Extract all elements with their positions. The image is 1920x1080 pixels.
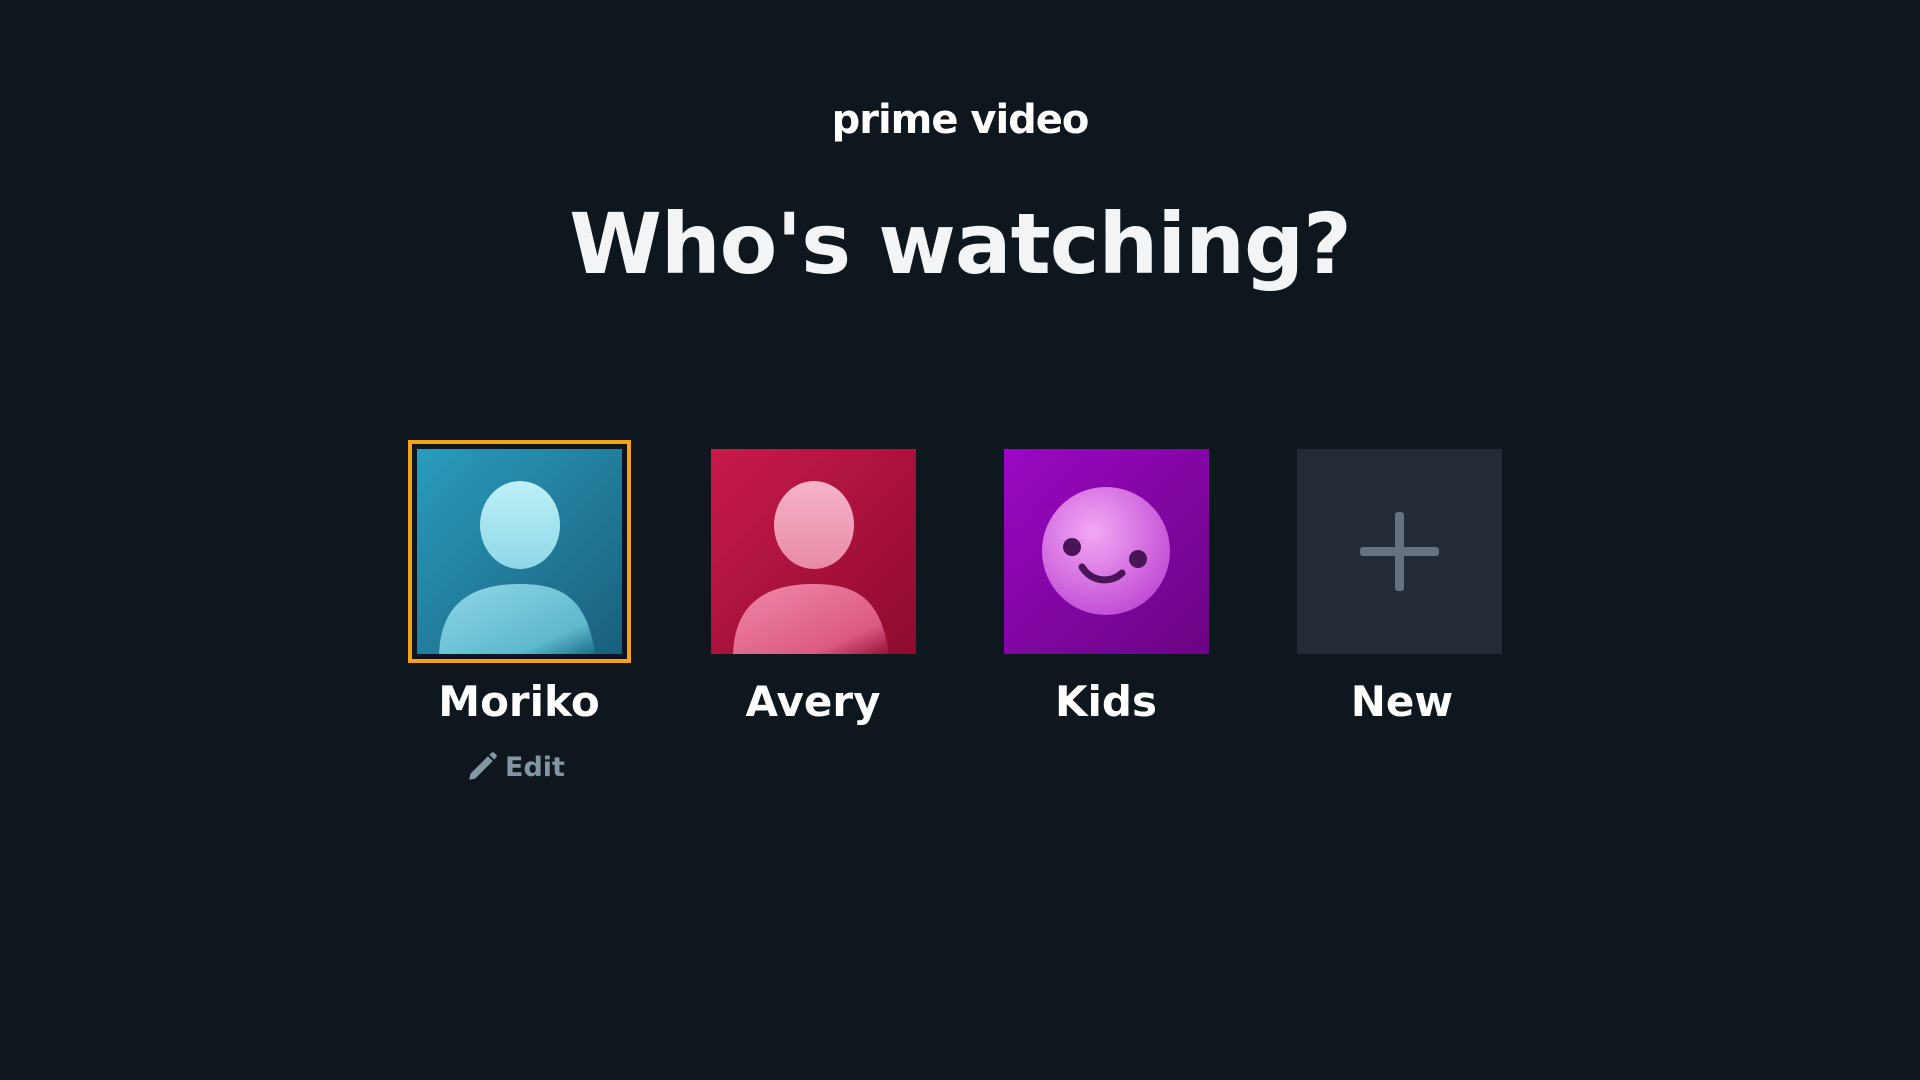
profile-tile-kids[interactable] [1004,449,1209,654]
profile-name-new[interactable]: New [1252,674,1552,730]
plus-icon [1297,449,1502,654]
profile-name-moriko[interactable]: Moriko [369,674,669,730]
profile-name-avery[interactable]: Avery [663,674,963,730]
profile-tile-moriko[interactable] [408,440,631,663]
profile-name-kids[interactable]: Kids [956,674,1256,730]
person-icon [417,449,622,654]
profile-tile-avery[interactable] [711,449,916,654]
pencil-icon [469,752,497,780]
prime-video-logo: prime video [831,97,1090,143]
person-icon [711,449,916,654]
edit-profile-button[interactable]: Edit [465,750,565,784]
add-profile-tile[interactable] [1297,449,1502,654]
edit-label: Edit [505,751,565,783]
smiley-face-icon [1004,449,1209,654]
page-title: Who's watching? [569,195,1352,293]
